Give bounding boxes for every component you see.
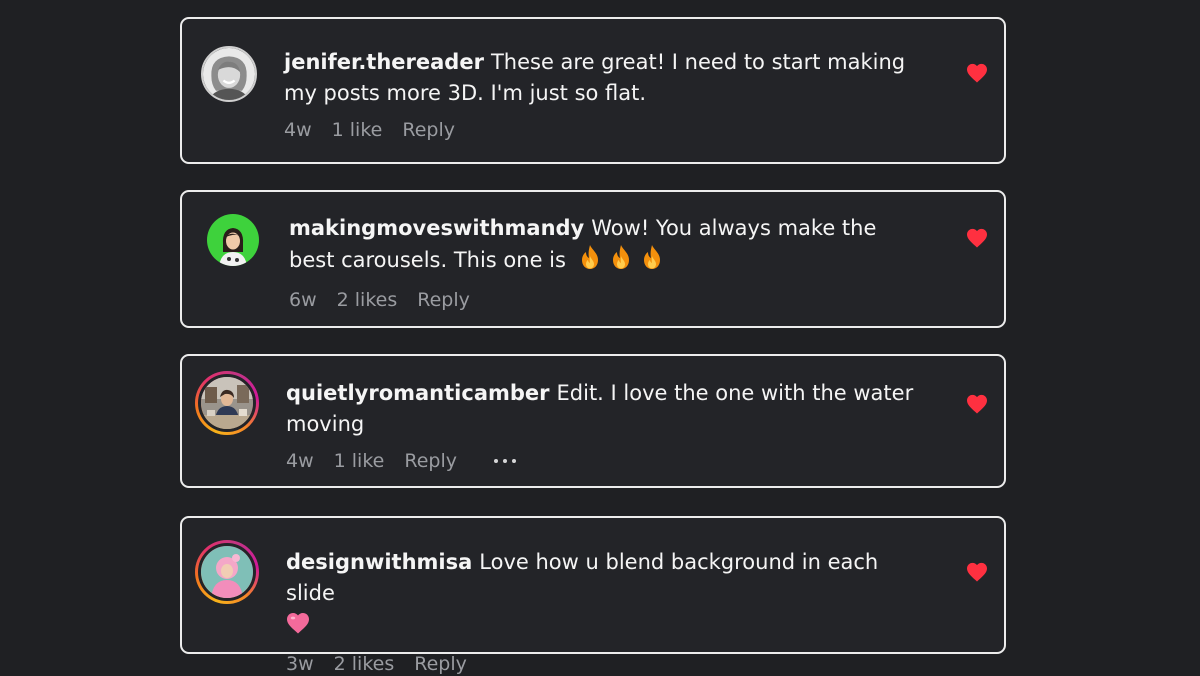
fire-emoji-icon — [610, 244, 632, 279]
comment-age: 4w — [286, 450, 314, 472]
reply-button[interactable]: Reply — [402, 118, 455, 142]
comment-card: designwithmisa Love how u blend backgroun… — [180, 516, 1006, 675]
comment-text: jenifer.thereader These are great! I need… — [284, 47, 914, 109]
avatar[interactable] — [195, 371, 259, 435]
heart-icon[interactable] — [966, 562, 988, 582]
comment-card: quietlyromanticamber Edit. I love the one… — [180, 354, 1006, 488]
comment-card: makingmoveswithmandy Wow! You always make… — [180, 190, 1006, 328]
username-link[interactable]: quietlyromanticamber — [286, 381, 550, 405]
avatar[interactable] — [207, 214, 259, 266]
comment-age: 4w — [284, 119, 312, 141]
comment-meta: 6w 2 likes Reply — [289, 288, 914, 312]
pink-heart-emoji-icon — [286, 612, 310, 643]
reply-button[interactable]: Reply — [404, 449, 457, 473]
like-count[interactable]: 1 like — [332, 118, 383, 142]
avatar[interactable] — [195, 540, 259, 604]
comment-age: 3w — [286, 653, 314, 675]
comment-text: designwithmisa Love how u blend backgroun… — [286, 547, 914, 643]
username-link[interactable]: designwithmisa — [286, 550, 472, 574]
fire-emoji-icon — [579, 244, 601, 279]
reply-button[interactable]: Reply — [414, 652, 467, 676]
like-count[interactable]: 2 likes — [334, 652, 395, 676]
more-options-icon[interactable] — [493, 459, 516, 463]
comment-text: quietlyromanticamber Edit. I love the one… — [286, 378, 914, 440]
like-count[interactable]: 2 likes — [337, 288, 398, 312]
heart-icon[interactable] — [966, 228, 988, 248]
comment-meta: 4w 1 like Reply — [284, 118, 914, 142]
avatar[interactable] — [201, 46, 257, 102]
reply-button[interactable]: Reply — [417, 288, 470, 312]
comment-card: jenifer.thereader These are great! I need… — [180, 17, 1006, 164]
like-count[interactable]: 1 like — [334, 449, 385, 473]
heart-icon[interactable] — [966, 394, 988, 414]
comment-text: makingmoveswithmandy Wow! You always make… — [289, 213, 914, 279]
heart-icon[interactable] — [966, 63, 988, 83]
fire-emoji-icon — [641, 244, 663, 279]
comment-age: 6w — [289, 289, 317, 311]
username-link[interactable]: jenifer.thereader — [284, 50, 484, 74]
comment-meta: 4w 1 like Reply — [286, 449, 914, 473]
comment-meta: 3w 2 likes Reply — [286, 652, 914, 676]
username-link[interactable]: makingmoveswithmandy — [289, 216, 584, 240]
